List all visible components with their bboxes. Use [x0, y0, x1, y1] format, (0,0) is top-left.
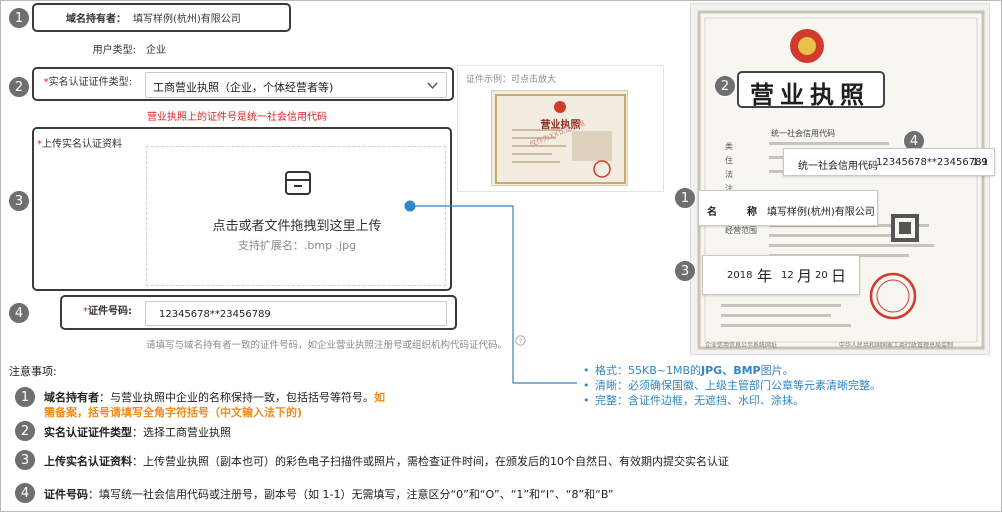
marker-3: 3	[8, 190, 30, 212]
license-footer-left: 企业信用信息公示系统网址	[705, 342, 778, 349]
requirement-completeness: 完整：含证件边框，无遮挡、水印、涂抹。	[583, 393, 881, 408]
date-year: 2018	[727, 270, 753, 281]
name-callout: 名 称 填写样例(杭州)有限公司	[698, 190, 878, 226]
notes-title: 注意事项:	[9, 365, 57, 378]
cert-type-select[interactable]: 工商营业执照（企业，个体经营者等)	[145, 72, 447, 98]
license-marker-1: 1	[674, 187, 696, 209]
chevron-down-icon	[427, 82, 438, 90]
date-callout: 2018 年 12 月 20 日	[702, 255, 860, 295]
license-footer-right: 中华人民共和国国家工商行政管理总局监制	[839, 342, 954, 349]
sample-title: 证件示例：可点击放大	[466, 75, 557, 85]
note-marker-1: 1	[14, 386, 36, 408]
credit-code-callout: 统一社会信用代码 12345678**23456789 1-1	[783, 148, 995, 176]
date-day-unit: 日	[831, 267, 847, 285]
marker-4: 4	[8, 302, 30, 324]
note-marker-3: 3	[14, 449, 36, 471]
holder-value: 填写样例(杭州)有限公司	[133, 14, 241, 25]
marker-1: 1	[8, 7, 30, 29]
cert-no-hint: 请填写与域名持有者一致的证件号码，如企业营业执照注册号或组织机构代码证代码。	[146, 340, 508, 351]
holder-label: 域名持有者：	[66, 14, 126, 25]
note-item-4: 证件号码：填写统一社会信用代码或注册号，副本号（如 1-1）无需填写，注意区分“…	[44, 488, 614, 501]
cert-type-label: *实名认证证件类型:	[43, 77, 132, 88]
note-item-1-warning: 需备案，括号请填写全角字符括号（中文输入法下的)	[44, 406, 303, 419]
marker-2: 2	[8, 76, 30, 98]
requirement-format: 格式：55KB~1MB的JPG、BMP图片。	[583, 363, 881, 378]
license-credit-label: 统一社会信用代码	[771, 129, 835, 138]
cert-type-hint: 营业执照上的证件号是统一社会信用代码	[147, 112, 327, 123]
upload-label: *上传实名认证资料	[37, 139, 122, 150]
credit-callout-suffix: 1-1	[972, 157, 989, 168]
requirement-clarity: 清晰：必须确保国徽、上级主管部门公章等元素清晰完整。	[583, 378, 881, 393]
license-marker-3: 3	[674, 260, 696, 282]
highlight-license-title: 营业执照	[737, 71, 885, 109]
cert-type-selected: 工商营业执照（企业，个体经营者等)	[153, 81, 334, 94]
date-month: 12	[781, 270, 794, 281]
help-icon[interactable]: ?	[515, 335, 526, 346]
cert-no-input[interactable]: 12345678**23456789	[145, 301, 447, 326]
cert-no-label: *证件号码:	[83, 306, 132, 317]
cert-no-value: 12345678**23456789	[159, 309, 271, 320]
license-image: （副 本） 统一社会信用代码 类 住 法 注 成 营 经营范围 企业信用信息公示…	[690, 3, 990, 355]
user-type-label: 用户类型:	[92, 45, 136, 56]
name-callout-label: 名 称	[707, 207, 757, 218]
note-marker-2: 2	[14, 420, 36, 442]
license-marker-2: 2	[714, 75, 736, 97]
sample-card[interactable]: 证件示例：可点击放大 营业执照 仅作为XX认证使用	[457, 65, 664, 192]
date-month-unit: 月	[797, 267, 813, 285]
credit-callout-label: 统一社会信用代码	[798, 161, 878, 172]
date-day: 20	[815, 270, 828, 281]
note-item-3: 上传实名认证资料：上传营业执照（副本也可）的彩色电子扫描件或照片，需检查证件时间…	[44, 455, 729, 468]
sample-license-graphic	[495, 94, 626, 184]
note-marker-4: 4	[14, 482, 36, 504]
date-year-unit: 年	[757, 267, 773, 285]
requirements-list: 格式：55KB~1MB的JPG、BMP图片。 清晰：必须确保国徽、上级主管部门公…	[583, 363, 881, 408]
note-item-2: 实名认证证件类型：选择工商营业执照	[44, 426, 231, 439]
connector-line	[404, 200, 577, 384]
svg-text:?: ?	[519, 338, 523, 346]
sample-license-thumbnail[interactable]: 营业执照 仅作为XX认证使用	[491, 90, 628, 186]
user-type-value: 企业	[146, 45, 166, 56]
name-callout-value: 填写样例(杭州)有限公司	[767, 207, 875, 218]
archive-box-icon	[285, 171, 311, 195]
note-item-1: 域名持有者：与营业执照中企业的名称保持一致，包括括号等符号。如	[44, 391, 385, 404]
license-title: 营业执照	[750, 80, 870, 109]
